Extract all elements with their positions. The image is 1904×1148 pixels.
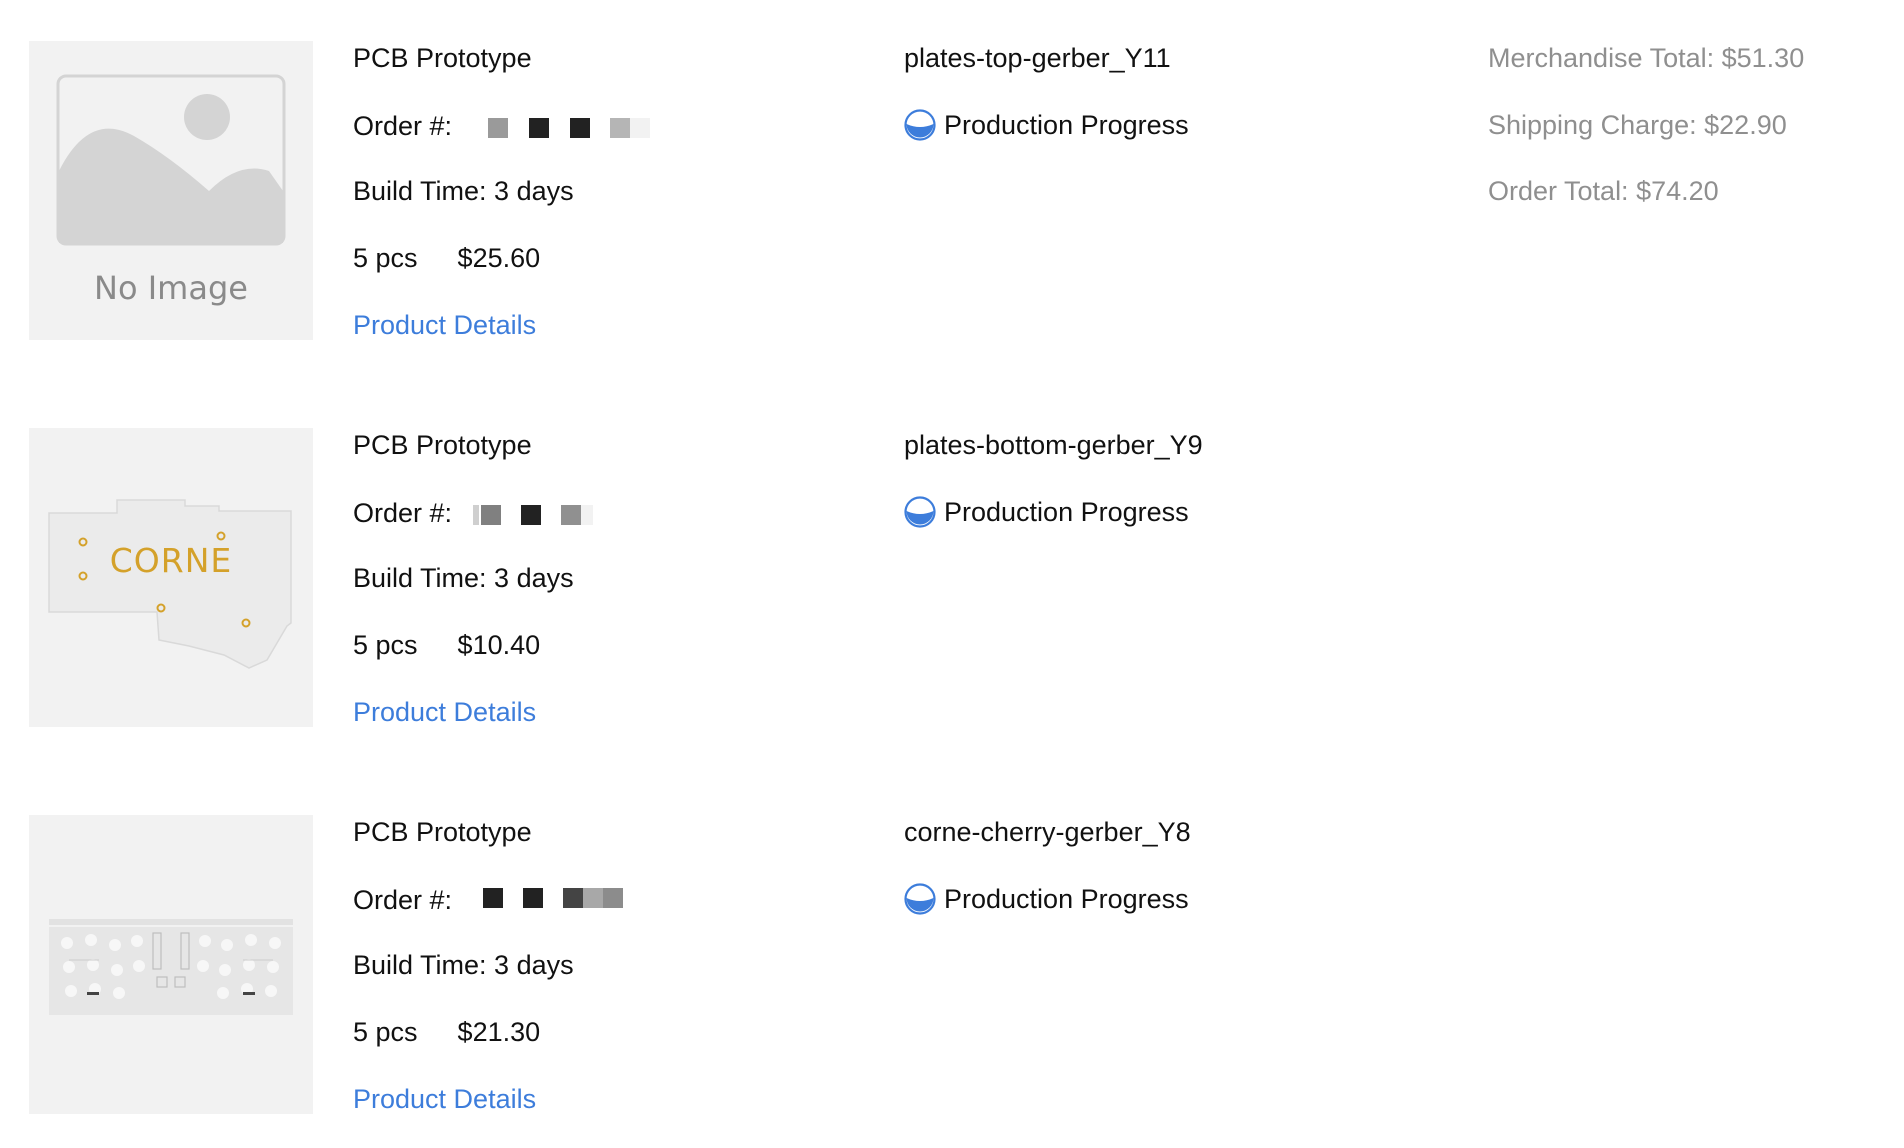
price: $25.60 bbox=[457, 243, 541, 273]
order-number-row: Order #: bbox=[353, 107, 688, 143]
product-details-link[interactable]: Product Details bbox=[353, 695, 536, 729]
product-type: PCB Prototype bbox=[353, 430, 532, 460]
quantity: 5 pcs bbox=[353, 243, 418, 273]
order-number-label: Order #: bbox=[353, 884, 453, 915]
order-number-row: Order #: bbox=[353, 881, 688, 917]
production-progress-status[interactable]: Production Progress bbox=[904, 108, 1189, 142]
order-total: Order Total: $74.20 bbox=[1488, 176, 1719, 206]
order-number-redacted bbox=[468, 496, 688, 530]
production-progress-label: Production Progress bbox=[944, 110, 1189, 140]
build-time: Build Time: 3 days bbox=[353, 563, 574, 593]
quantity: 5 pcs bbox=[353, 1017, 418, 1047]
production-progress-label: Production Progress bbox=[944, 884, 1189, 914]
order-number-label: Order #: bbox=[353, 497, 453, 528]
production-progress-label: Production Progress bbox=[944, 497, 1189, 527]
corne-silkscreen-label: CORNE bbox=[109, 541, 233, 580]
order-number-redacted bbox=[468, 883, 688, 917]
build-time: Build Time: 3 days bbox=[353, 176, 574, 206]
quantity-price-row: 5 pcs $10.40 bbox=[353, 628, 540, 662]
production-progress-status[interactable]: Production Progress bbox=[904, 882, 1189, 916]
order-number-label: Order #: bbox=[353, 110, 453, 141]
product-thumbnail-corne-plate[interactable]: CORNE bbox=[29, 428, 313, 727]
production-progress-status[interactable]: Production Progress bbox=[904, 495, 1189, 529]
gerber-file-name: plates-top-gerber_Y11 bbox=[904, 43, 1171, 73]
quantity: 5 pcs bbox=[353, 630, 418, 660]
progress-half-circle-icon bbox=[904, 883, 936, 915]
gerber-file-name: plates-bottom-gerber_Y9 bbox=[904, 430, 1203, 460]
product-details-link[interactable]: Product Details bbox=[353, 308, 536, 342]
quantity-price-row: 5 pcs $25.60 bbox=[353, 241, 540, 275]
order-item: PCB Prototype Order #: Build Time: 3 day… bbox=[0, 815, 1904, 1115]
order-item: CORNE PCB Prototype Order #: Build Time:… bbox=[0, 428, 1904, 728]
price: $21.30 bbox=[457, 1017, 541, 1047]
gerber-file-name: corne-cherry-gerber_Y8 bbox=[904, 817, 1191, 847]
price: $10.40 bbox=[457, 630, 541, 660]
order-number-redacted bbox=[468, 109, 688, 143]
quantity-price-row: 5 pcs $21.30 bbox=[353, 1015, 540, 1049]
pcb-preview-image bbox=[49, 919, 293, 1015]
build-time: Build Time: 3 days bbox=[353, 950, 574, 980]
order-item: No Image PCB Prototype Order #: Build Ti… bbox=[0, 41, 1904, 341]
product-details-link[interactable]: Product Details bbox=[353, 1082, 536, 1116]
progress-half-circle-icon bbox=[904, 496, 936, 528]
order-number-row: Order #: bbox=[353, 494, 688, 530]
shipping-charge: Shipping Charge: $22.90 bbox=[1488, 110, 1787, 140]
product-thumbnail-no-image[interactable]: No Image bbox=[29, 41, 313, 340]
product-type: PCB Prototype bbox=[353, 43, 532, 73]
progress-half-circle-icon bbox=[904, 109, 936, 141]
product-thumbnail-corne-cherry[interactable] bbox=[29, 815, 313, 1114]
no-image-label: No Image bbox=[94, 269, 248, 307]
order-list: No Image PCB Prototype Order #: Build Ti… bbox=[0, 0, 1904, 1148]
merchandise-total: Merchandise Total: $51.30 bbox=[1488, 43, 1805, 73]
product-type: PCB Prototype bbox=[353, 817, 532, 847]
